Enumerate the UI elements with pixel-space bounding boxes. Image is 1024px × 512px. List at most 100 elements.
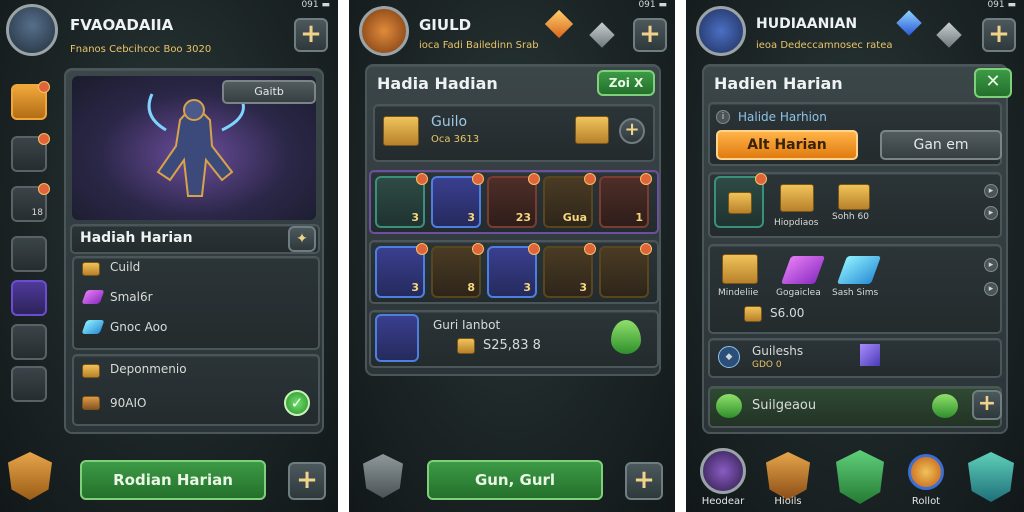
side-tab-count: 18	[31, 208, 43, 218]
reward-label: Sash Sims	[832, 288, 879, 298]
arrow-icon[interactable]: ▸	[984, 184, 998, 198]
notification-badge	[472, 173, 484, 185]
arrow-icon[interactable]: ▸	[984, 258, 998, 272]
header-add-button[interactable]: +	[294, 18, 328, 52]
status-bar: 091 ▬	[0, 0, 338, 12]
info-sub: GDO 0	[752, 360, 782, 370]
leaf-icon[interactable]	[611, 320, 641, 354]
reward-slot[interactable]	[714, 173, 767, 228]
guild-emblem[interactable]	[359, 6, 409, 56]
hero-name: Hadiah Harian	[80, 230, 193, 246]
secondary-button[interactable]: Gan em	[880, 130, 1002, 160]
inventory-slot[interactable]: 3	[431, 173, 484, 228]
slot-count: Gua	[562, 211, 587, 224]
info-label: Guileshs	[752, 344, 804, 358]
reward-label: Hiopdiaos	[774, 218, 819, 228]
side-tab-scroll[interactable]	[11, 366, 47, 402]
header-add-button[interactable]: +	[633, 18, 667, 52]
guild-action-button[interactable]: Gun, Gurl	[427, 460, 603, 500]
inventory-slot[interactable]: 3	[487, 243, 540, 298]
header-title: HUDIAANIAN	[756, 16, 858, 32]
gold-gem-icon	[544, 9, 574, 39]
nav-label: Rollot	[911, 496, 941, 507]
header-subtitle: ioca Fadi Bailedinn Srab	[419, 40, 539, 51]
guild-chest-icon	[575, 116, 609, 144]
add-button[interactable]: +	[625, 462, 663, 500]
hero-star-button[interactable]: ✦	[288, 226, 316, 252]
inventory-slot[interactable]: 3	[375, 243, 428, 298]
inventory-slot[interactable]: 3	[375, 173, 428, 228]
slot-count: 3	[467, 211, 475, 224]
chest-icon	[728, 192, 752, 214]
reward-label: Guri Ianbot	[433, 318, 501, 332]
add-button[interactable]: +	[288, 462, 326, 500]
slot-count: 23	[515, 211, 531, 224]
panel-guild-hero: 091 ▬ FVAOADAIIA Fnanos Cebcihcoc Boo 30…	[0, 0, 338, 512]
nav-events[interactable]	[968, 452, 1014, 502]
side-tab-guild[interactable]	[11, 81, 50, 120]
leaf-icon	[716, 394, 742, 418]
badge-icon: ◆	[718, 346, 740, 368]
notification-badge	[416, 173, 428, 185]
nav-hero[interactable]	[700, 448, 746, 494]
chest-icon	[780, 184, 814, 212]
guild-chest-icon	[383, 116, 419, 146]
inventory-slot[interactable]: 23	[487, 173, 540, 228]
list-item-label: Deponmenio	[110, 362, 187, 376]
reward-label: Gogaiclea	[776, 288, 821, 298]
status-indicators: 091 ▬	[301, 0, 330, 10]
crate-icon	[82, 396, 100, 410]
nav-guild[interactable]	[766, 452, 810, 500]
silver-cube-icon	[589, 22, 615, 48]
bonus-add-button[interactable]: +	[972, 390, 1002, 420]
header-subtitle: ieoa Dedeccamnosec ratea	[756, 40, 893, 51]
notification-badge	[528, 173, 540, 185]
player-avatar[interactable]	[6, 4, 58, 56]
guild-add-button[interactable]: +	[619, 118, 645, 144]
header-add-button[interactable]: +	[982, 18, 1016, 52]
arrow-icon[interactable]: ▸	[984, 282, 998, 296]
notification-badge	[472, 243, 484, 255]
card-title: Hadien Harian	[714, 74, 843, 93]
guild-crest-icon[interactable]	[8, 452, 52, 500]
status-indicators: 091 ▬	[987, 0, 1016, 10]
reward-crystal-slot[interactable]	[375, 314, 419, 362]
player-avatar[interactable]	[696, 6, 746, 56]
side-tab-chest[interactable]: 18	[11, 183, 50, 222]
daily-reward-button[interactable]: Rodian Harian	[80, 460, 266, 500]
info-icon: i	[716, 110, 730, 124]
inventory-slot[interactable]: 3	[543, 243, 596, 298]
guild-label: Guilo	[431, 114, 468, 130]
reward-label: Mindeliie	[718, 288, 759, 298]
side-tab-crystal[interactable]	[11, 280, 47, 316]
list-item-label: 90AIO	[110, 396, 147, 410]
nav-label: Heodear	[701, 496, 745, 507]
card-close-badge[interactable]: Zoi X	[597, 70, 655, 96]
claim-button[interactable]: Alt Harian	[716, 130, 858, 160]
checkmark-icon[interactable]: ✓	[284, 390, 310, 416]
panel-guild-inventory: 091 ▬ GIULD ioca Fadi Bailedinn Srab + H…	[349, 0, 675, 512]
notification-badge	[528, 243, 540, 255]
notification-badge	[38, 81, 50, 93]
inventory-slot[interactable]: 8	[431, 243, 484, 298]
reward-value: S25,83 8	[483, 338, 541, 353]
diamond-emblem-icon[interactable]	[363, 454, 403, 498]
inventory-slot[interactable]: 1	[599, 173, 652, 228]
nav-label: Hioils	[774, 496, 802, 507]
header-subtitle: Fnanos Cebcihcoc Boo 3020	[70, 44, 212, 55]
reward-label: Sohh 60	[832, 212, 869, 222]
inventory-slot[interactable]: Gua	[543, 173, 596, 228]
side-tab-potion[interactable]	[11, 324, 47, 360]
side-tab-gem[interactable]	[11, 236, 47, 272]
nav-home[interactable]	[836, 450, 884, 504]
close-button[interactable]: ✕	[974, 68, 1012, 98]
notification-badge	[755, 173, 767, 185]
chest-icon	[82, 262, 100, 276]
header-title: FVAOADAIIA	[70, 16, 174, 34]
leaf-icon[interactable]	[932, 394, 958, 418]
arrow-icon[interactable]: ▸	[984, 206, 998, 220]
inventory-slot[interactable]	[599, 243, 652, 298]
feature-button[interactable]: Gaitb	[222, 80, 316, 104]
side-tab-gear[interactable]	[11, 133, 50, 172]
nav-shop[interactable]	[908, 454, 944, 490]
